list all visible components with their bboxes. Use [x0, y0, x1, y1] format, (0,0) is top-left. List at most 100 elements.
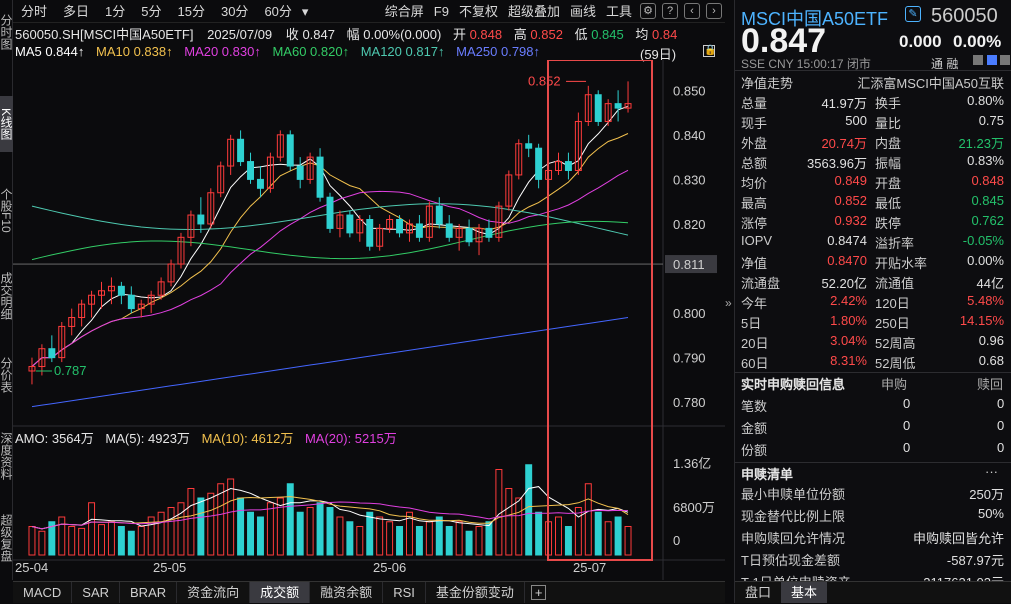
- period-15min[interactable]: 15分: [170, 0, 213, 23]
- nav-row[interactable]: 净值走势 汇添富MSCI中国A50互联: [735, 73, 1011, 93]
- volume-bar: [615, 517, 621, 555]
- period-multiday[interactable]: 多日: [55, 0, 97, 23]
- candle-body: [297, 166, 303, 179]
- price-axis-label: 0.840: [673, 128, 706, 143]
- candle-body: [248, 162, 254, 180]
- tab-margin[interactable]: 融资余额: [310, 582, 383, 603]
- period-timeshare[interactable]: 分时: [13, 0, 55, 23]
- stat-value: 500: [845, 113, 867, 128]
- stat-row: IOPV0.8474溢折率-0.05%: [735, 233, 1011, 253]
- gear-icon[interactable]: ⚙: [640, 3, 656, 19]
- realtime-title: 实时申购赎回信息: [741, 374, 845, 393]
- overlay-button[interactable]: 超级叠加: [503, 0, 565, 23]
- candle-body: [128, 295, 134, 308]
- candle-body: [287, 135, 293, 166]
- candle-body: [526, 144, 532, 148]
- tab-macd[interactable]: MACD: [13, 582, 72, 603]
- realtime-col-subscribe: 申购: [881, 374, 907, 393]
- list-more-icon[interactable]: ···: [985, 464, 998, 479]
- price-change: 0.000: [899, 32, 942, 52]
- stat-label: 涨停: [741, 213, 767, 232]
- arrow-left-icon[interactable]: ‹: [684, 3, 700, 19]
- volume-bar: [377, 517, 383, 555]
- realtime-label: 笔数: [741, 396, 767, 415]
- period-30min[interactable]: 30分: [213, 0, 256, 23]
- volume-bar: [208, 493, 214, 555]
- ma250-label: MA250 0.798↑: [456, 44, 540, 59]
- tools-button[interactable]: 工具: [601, 0, 637, 23]
- volume-bar: [397, 527, 403, 556]
- stat-value: 41.97万: [821, 93, 867, 112]
- low-label: 低: [575, 27, 588, 42]
- open-label: 开: [453, 27, 466, 42]
- fund-fullname: 汇添富MSCI中国A50互联: [857, 73, 1004, 92]
- period-5min[interactable]: 5分: [133, 0, 169, 23]
- stat-value: 52.20亿: [821, 273, 867, 292]
- price-axis-label: 0.790: [673, 351, 706, 366]
- high-annotation: 0.852: [528, 73, 561, 88]
- code-name: 560050.SH[MSCI中国A50ETF]: [15, 27, 193, 42]
- x-axis-label: 25-07: [573, 560, 606, 575]
- realtime-row: 金额00: [735, 418, 1011, 438]
- volume-bar: [476, 527, 482, 556]
- expand-icon[interactable]: »: [725, 296, 732, 310]
- stat-row: 涨停0.932跌停0.762: [735, 213, 1011, 233]
- vtab-price-table[interactable]: 分价表: [0, 345, 13, 405]
- add-tab-button[interactable]: +: [531, 585, 547, 600]
- edit-icon[interactable]: ✎: [905, 6, 921, 22]
- stat-label: 60日: [741, 353, 768, 372]
- vtab-review[interactable]: 超级复盘: [0, 500, 13, 576]
- draw-line-button[interactable]: 画线: [565, 0, 601, 23]
- stat-label: 内盘: [875, 133, 901, 152]
- f9-button[interactable]: F9: [429, 0, 454, 23]
- no-adjust-button[interactable]: 不复权: [454, 0, 503, 23]
- lock-icon[interactable]: 🔒: [703, 45, 715, 57]
- tab-turnover[interactable]: 成交额: [250, 582, 310, 603]
- tab-basic[interactable]: 基本: [781, 582, 827, 603]
- vtab-trades[interactable]: 成交明细: [0, 256, 13, 336]
- stat-label: 今年: [741, 293, 767, 312]
- stat-value: 0.83%: [967, 153, 1004, 168]
- stat-row: 5日1.80%250日14.15%: [735, 313, 1011, 333]
- panel-expander[interactable]: »: [725, 0, 734, 603]
- period-1min[interactable]: 1分: [97, 0, 133, 23]
- stat-label: 总量: [741, 93, 767, 112]
- arrow-right-icon[interactable]: ›: [706, 3, 722, 19]
- tab-brar[interactable]: BRAR: [120, 582, 177, 603]
- volume-bar: [168, 508, 174, 556]
- list-row: 最小申赎单位份额250万: [735, 484, 1011, 504]
- volume-bar: [506, 489, 512, 556]
- candle-body: [238, 139, 244, 161]
- tab-rsi[interactable]: RSI: [383, 582, 426, 603]
- composite-screen-button[interactable]: 综合屏: [380, 0, 429, 23]
- volume-bar: [526, 465, 532, 555]
- kline-chart[interactable]: 0.8500.8400.8300.8200.8110.8000.7900.780…: [13, 60, 725, 580]
- stat-value: 44亿: [977, 273, 1004, 292]
- vtab-depth[interactable]: 深度资料: [0, 420, 13, 492]
- list-label: 现金替代比例上限: [741, 506, 845, 525]
- tab-fund-share[interactable]: 基金份额变动: [426, 582, 525, 603]
- stat-label: 52周低: [875, 353, 915, 372]
- period-more-dropdown[interactable]: ▾: [300, 0, 311, 23]
- tab-fund-flow[interactable]: 资金流向: [177, 582, 250, 603]
- help-icon[interactable]: ?: [662, 3, 678, 19]
- stat-label: IOPV: [741, 233, 772, 248]
- panel-bottom-tabs: 盘口 基本: [735, 581, 1011, 603]
- vtab-timeshare[interactable]: 分时图: [0, 4, 13, 60]
- stat-value: 1.80%: [830, 313, 867, 328]
- vtab-kline[interactable]: K线图: [0, 96, 13, 152]
- ma5-label: MA5 0.844↑: [15, 44, 84, 59]
- period-60min[interactable]: 60分: [256, 0, 299, 23]
- candle-body: [118, 286, 124, 295]
- realtime-row: 笔数00: [735, 396, 1011, 416]
- tab-sar[interactable]: SAR: [72, 582, 120, 603]
- volume-bar: [556, 517, 562, 555]
- stat-value: 21.23万: [958, 133, 1004, 152]
- stat-value: 0.8474: [827, 233, 867, 248]
- candle-body: [436, 206, 442, 224]
- vtab-f10[interactable]: 个股F10: [0, 170, 13, 250]
- high-label: 高: [514, 27, 527, 42]
- volume-bar: [267, 503, 273, 555]
- tab-orderbook[interactable]: 盘口: [735, 582, 781, 603]
- stat-label: 振幅: [875, 153, 901, 172]
